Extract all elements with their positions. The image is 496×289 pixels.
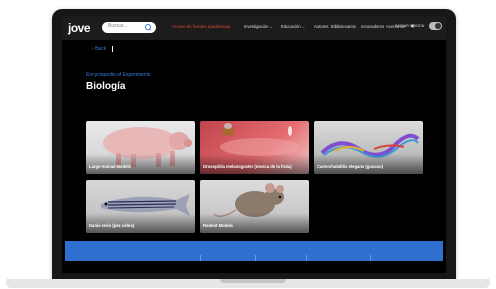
card-label: Rodent Models [203, 223, 234, 228]
nav-item-innovadores[interactable]: Innovadores [361, 24, 384, 29]
chevron-down-icon: ⌵ [269, 24, 273, 29]
search-icon[interactable] [145, 24, 151, 30]
search-placeholder: Buscar... [108, 23, 128, 29]
card-drosophila[interactable]: Drosophila melanogaster (mosca de la fru… [200, 121, 309, 174]
card-danio-rerio[interactable]: Danio rerio (pez cebra) [86, 180, 195, 233]
speaker-icon[interactable] [410, 23, 416, 29]
card-label: Caenorhabditis elegans (gusano) [317, 164, 384, 169]
back-link[interactable]: ‹ Back [92, 46, 106, 52]
text-cursor [112, 46, 113, 52]
divider [370, 255, 371, 261]
nav-promo-link[interactable]: Acceso de fuentes académicas [172, 24, 230, 29]
nav-item-educacion[interactable]: Educación ⌵ [281, 24, 305, 29]
search-input[interactable]: Buscar... [102, 22, 156, 33]
nav-label: Investigación [244, 24, 269, 29]
laptop-screen: jo ve Buscar... Acceso de fuentes académi… [62, 16, 446, 273]
nav-label: Educación [281, 24, 301, 29]
nav-item-autores[interactable]: Autores [314, 24, 328, 29]
divider [306, 255, 307, 261]
divider [200, 255, 201, 261]
card-large-animal-models[interactable]: Large Animal Models [86, 121, 195, 174]
nav-item-investigacion[interactable]: Investigación ⌵ [244, 24, 273, 29]
laptop-notch [220, 279, 286, 283]
logo-letter: jo [68, 21, 78, 35]
toggle-knob [435, 23, 441, 29]
logo-text: ve [77, 21, 91, 35]
top-navigation-bar: jo ve Buscar... Acceso de fuentes académi… [62, 16, 446, 40]
divider [255, 255, 256, 261]
card-label: Danio rerio (pez cebra) [89, 223, 135, 228]
footer-banner [65, 241, 443, 261]
jove-logo[interactable]: jo ve [68, 20, 91, 36]
card-label: Drosophila melanogaster (mosca de la fru… [203, 164, 292, 169]
back-label: Back [95, 46, 107, 52]
card-rodent-models[interactable]: Rodent Models [200, 180, 309, 233]
nav-item-bibliotecarios[interactable]: Bibliotecarios [331, 24, 356, 29]
theme-toggle[interactable] [429, 22, 442, 30]
chevron-down-icon: ⌵ [301, 24, 305, 29]
encyclopedia-label: Encyclopedia of Experiments [86, 72, 151, 78]
card-c-elegans[interactable]: Caenorhabditis elegans (gusano) [314, 121, 423, 174]
card-label: Large Animal Models [89, 164, 131, 169]
page-title: Biología [86, 81, 126, 92]
